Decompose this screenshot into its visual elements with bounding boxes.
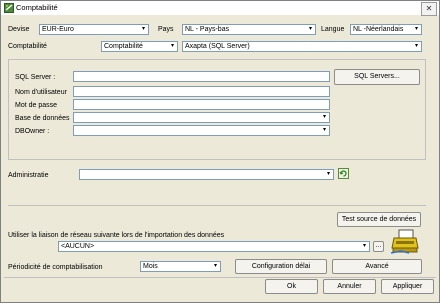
chevron-down-icon: ▾ (359, 242, 369, 251)
separator (4, 277, 436, 278)
currency-select[interactable]: EUR-Euro ▾ (39, 24, 149, 35)
chevron-down-icon: ▾ (411, 25, 421, 34)
chevron-down-icon: ▾ (323, 170, 333, 179)
accounting-type-select[interactable]: Comptabilité ▾ (101, 41, 178, 52)
advanced-button[interactable]: Avancé (332, 259, 422, 274)
password-label: Mot de passe (15, 102, 58, 109)
currency-value: EUR-Euro (42, 26, 74, 33)
periodicity-value: Mois (143, 263, 158, 270)
title-bar: Comptabilité ✕ (1, 1, 439, 16)
ok-button[interactable]: Ok (265, 279, 318, 294)
chevron-down-icon: ▾ (319, 126, 329, 135)
accounting-system-value: Axapta (SQL Server) (185, 43, 250, 50)
country-value: NL - Pays-bas (185, 26, 230, 33)
administration-label: Administratie (8, 172, 49, 179)
network-link-label: Utiliser la liaison de réseau suivante l… (8, 232, 225, 239)
cancel-button[interactable]: Annuler (323, 279, 376, 294)
network-printer-icon (391, 229, 419, 254)
close-button[interactable]: ✕ (421, 2, 437, 16)
chevron-down-icon: ▾ (411, 42, 421, 51)
country-label: Pays (158, 26, 174, 33)
accounting-dialog: Comptabilité ✕ Devise EUR-Euro ▾ Pays NL… (0, 0, 440, 303)
refresh-icon[interactable] (338, 168, 349, 179)
sql-servers-button[interactable]: SQL Servers... (334, 69, 420, 85)
browse-button[interactable]: ... (373, 241, 384, 252)
password-input[interactable] (73, 99, 330, 110)
dbowner-select[interactable]: ▾ (73, 125, 330, 136)
chevron-down-icon: ▾ (319, 113, 329, 122)
accounting-label: Comptabilité (8, 43, 47, 50)
periodicity-label: Périodicité de comptabilisation (8, 264, 103, 271)
delay-config-button[interactable]: Configuration délai (235, 259, 327, 274)
window-title: Comptabilité (16, 3, 58, 12)
chevron-down-icon: ▾ (138, 25, 148, 34)
administration-select[interactable]: ▾ (79, 169, 334, 180)
separator (8, 205, 426, 206)
sql-server-input[interactable] (73, 71, 330, 82)
chevron-down-icon: ▾ (167, 42, 177, 51)
currency-label: Devise (8, 26, 30, 33)
test-datasource-button[interactable]: Test source de données (337, 212, 421, 227)
country-select[interactable]: NL - Pays-bas ▾ (182, 24, 316, 35)
dbowner-label: DBOwner : (15, 128, 50, 135)
periodicity-select[interactable]: Mois ▾ (140, 261, 221, 272)
database-select[interactable]: ▾ (73, 112, 330, 123)
language-value: NL -Néerlandais (353, 26, 404, 33)
chevron-down-icon: ▾ (305, 25, 315, 34)
sql-server-label: SQL Server : (15, 74, 56, 81)
network-link-value: <AUCUN> (61, 243, 95, 250)
chevron-down-icon: ▾ (210, 262, 220, 271)
database-label: Base de données (15, 115, 70, 122)
username-input[interactable] (73, 86, 330, 97)
apply-button[interactable]: Appliquer (381, 279, 434, 294)
accounting-app-icon (4, 3, 14, 13)
network-link-select[interactable]: <AUCUN> ▾ (58, 241, 370, 252)
username-label: Nom d'utilisateur (15, 89, 67, 96)
accounting-type-value: Comptabilité (104, 43, 143, 50)
accounting-system-select[interactable]: Axapta (SQL Server) ▾ (182, 41, 422, 52)
language-select[interactable]: NL -Néerlandais ▾ (350, 24, 422, 35)
language-label: Langue (321, 26, 345, 33)
